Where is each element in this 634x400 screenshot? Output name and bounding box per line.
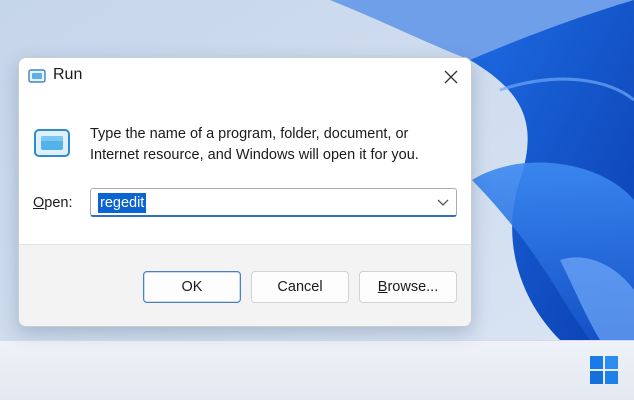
browse-mnemonic: B	[377, 279, 388, 295]
ok-button[interactable]: OK	[143, 271, 241, 303]
button-footer: OK Cancel Browse...	[19, 244, 471, 326]
run-icon	[28, 69, 46, 83]
browse-button[interactable]: Browse...	[359, 271, 457, 303]
chevron-down-icon[interactable]	[436, 195, 450, 209]
run-dialog: Run Type the name of a program, folder, …	[18, 57, 472, 327]
close-button[interactable]	[433, 64, 469, 90]
open-label-mnemonic: O	[33, 195, 45, 211]
cancel-button[interactable]: Cancel	[251, 271, 349, 303]
close-icon	[444, 70, 458, 84]
windows-logo-icon[interactable]	[589, 355, 619, 385]
run-large-icon	[34, 129, 70, 157]
open-combobox[interactable]: regedit	[90, 188, 457, 217]
open-input-value[interactable]: regedit	[98, 193, 147, 213]
title-bar[interactable]: Run	[19, 58, 471, 94]
description-text: Type the name of a program, folder, docu…	[90, 124, 450, 166]
dialog-title: Run	[53, 66, 83, 83]
description-line-1: Type the name of a program, folder, docu…	[90, 126, 409, 142]
browse-label: rowse...	[387, 279, 439, 295]
open-label: Open:	[33, 195, 73, 211]
description-line-2: Internet resource, and Windows will open…	[90, 147, 419, 163]
taskbar	[0, 340, 634, 400]
open-label-text: pen:	[44, 195, 73, 211]
